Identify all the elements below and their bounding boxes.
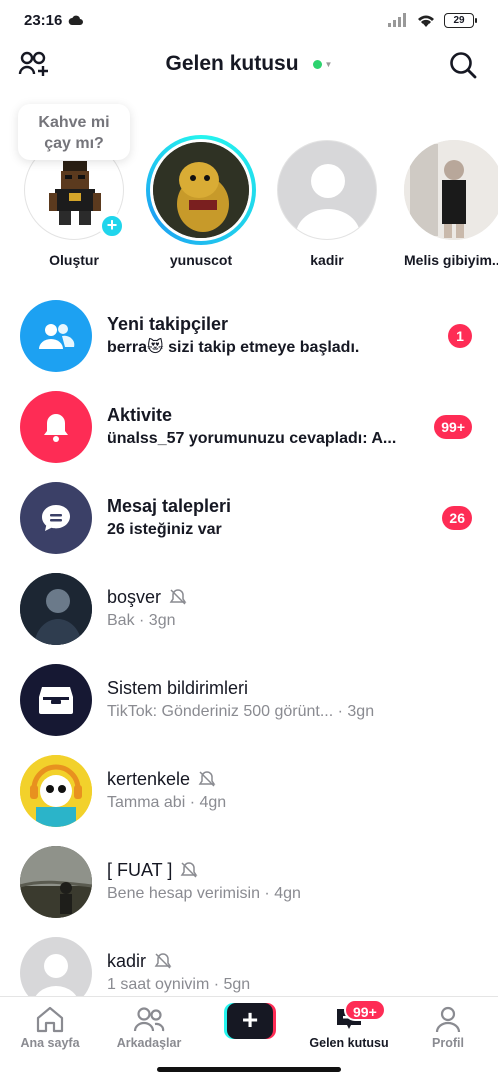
- avatar: [20, 754, 92, 827]
- story-name: yunuscot: [169, 252, 233, 268]
- battery-icon: 29: [444, 12, 477, 28]
- note-bubble[interactable]: Kahve mi çay mı?: [18, 104, 130, 160]
- inbox-list: Yeni takipçiler berra😻 sizi takip etmeye…: [0, 290, 498, 1018]
- row-title: Mesaj talepleri: [107, 495, 232, 516]
- list-item-system-notifications[interactable]: Sistem bildirimleri TikTok: Gönderiniz 5…: [0, 654, 498, 745]
- tab-profile[interactable]: Profil: [403, 1005, 493, 1050]
- friends-icon: [133, 1007, 165, 1032]
- row-title: Yeni takipçiler: [107, 313, 229, 334]
- avatar: [20, 845, 92, 918]
- row-subtitle: TikTok: Gönderiniz 500 görünt... · 3gn: [107, 702, 375, 720]
- row-subtitle: Tamma abi · 4gn: [107, 793, 227, 811]
- photo-thumbnail: [404, 140, 498, 240]
- row-subtitle: Bak · 3gn: [107, 611, 176, 629]
- list-item-new-followers[interactable]: Yeni takipçiler berra😻 sizi takip etmeye…: [0, 290, 498, 381]
- home-icon: [36, 1006, 64, 1033]
- row-title: Sistem bildirimleri: [107, 677, 249, 698]
- cloud-icon: [69, 15, 84, 25]
- create-button[interactable]: +: [224, 1003, 276, 1039]
- note-line-1: Kahve mi: [38, 114, 110, 131]
- wifi-icon: [418, 15, 434, 27]
- online-status-dot[interactable]: [312, 59, 322, 69]
- avatar: [404, 140, 498, 240]
- unread-count-badge: 99+: [434, 414, 472, 439]
- story-kadir[interactable]: kadir: [272, 140, 382, 268]
- row-title: kertenkele: [107, 768, 191, 789]
- home-indicator: [157, 1067, 341, 1072]
- row-subtitle: ünalss_57 yorumunuzu cevapladı: A...: [107, 429, 397, 447]
- avatar: [153, 142, 249, 238]
- tab-label: Gelen kutusu: [309, 1036, 389, 1050]
- story-name: Oluştur: [49, 252, 99, 268]
- list-item-kertenkele[interactable]: kertenkele Tamma abi · 4gn: [0, 745, 498, 836]
- row-subtitle: berra😻 sizi takip etmeye başladı.: [107, 338, 360, 356]
- bell-icon: [20, 390, 92, 463]
- unread-count-badge: 1: [448, 323, 472, 348]
- followers-icon: [20, 299, 92, 372]
- tab-label: Profil: [432, 1036, 464, 1050]
- tab-home[interactable]: Ana sayfa: [5, 1005, 95, 1050]
- list-item-fuat[interactable]: [ FUAT ] Bene hesap verimisin · 4gn: [0, 836, 498, 927]
- row-subtitle: 26 isteğiniz var: [107, 520, 222, 538]
- row-title: Aktivite: [107, 404, 173, 425]
- stories-row: Kahve mi çay mı? + Oluştur yunuscot kadi…: [0, 100, 498, 280]
- signal-icon: [388, 13, 406, 27]
- muted-bell-icon: [180, 861, 198, 878]
- muted-bell-icon: [169, 588, 187, 605]
- message-icon: [20, 481, 92, 554]
- row-title: boşver: [107, 586, 162, 607]
- list-item-activity[interactable]: Aktivite ünalss_57 yorumunuzu cevapladı:…: [0, 381, 498, 472]
- avatar: [20, 572, 92, 645]
- status-time: 23:16: [24, 11, 63, 29]
- list-item-message-requests[interactable]: Mesaj talepleri 26 isteğiniz var 26: [0, 472, 498, 563]
- search-icon[interactable]: [448, 50, 478, 80]
- story-yunuscot[interactable]: yunuscot: [146, 135, 256, 268]
- story-melis[interactable]: Melis gibiyim..: [398, 140, 498, 268]
- status-bar: 23:16 29: [0, 0, 498, 40]
- row-subtitle: Bene hesap verimisin · 4gn: [107, 884, 301, 902]
- bottom-tab-bar: Ana sayfa Arkadaşlar + Gelen kutusu 99+ …: [0, 996, 498, 1080]
- tab-friends[interactable]: Arkadaşlar: [104, 1005, 194, 1050]
- add-story-icon[interactable]: +: [99, 213, 125, 239]
- inbox-header: Gelen kutusu ▼: [0, 40, 498, 88]
- tab-label: Arkadaşlar: [116, 1036, 182, 1050]
- row-title: kadir: [107, 950, 147, 971]
- profile-icon: [435, 1006, 461, 1033]
- note-line-2: çay mı?: [44, 135, 104, 152]
- inbox-count-badge: 99+: [344, 999, 386, 1021]
- page-title: Gelen kutusu: [165, 52, 299, 75]
- avatar-ring: [146, 135, 256, 245]
- muted-bell-icon: [154, 952, 172, 969]
- row-title: [ FUAT ]: [107, 859, 173, 880]
- chevron-down-icon[interactable]: ▼: [325, 60, 333, 69]
- default-user-icon: [296, 164, 360, 239]
- inbox-tray-icon: [20, 663, 92, 736]
- avatar: [277, 140, 377, 240]
- muted-bell-icon: [198, 770, 216, 787]
- tab-label: Ana sayfa: [20, 1036, 80, 1050]
- add-friends-icon[interactable]: [18, 50, 50, 78]
- list-item-bosver[interactable]: boşver Bak · 3gn: [0, 563, 498, 654]
- unread-count-badge: 26: [442, 505, 472, 530]
- story-name: Melis gibiyim..: [404, 252, 498, 268]
- plus-icon: +: [227, 1003, 273, 1039]
- row-subtitle: 1 saat oynivim · 5gn: [107, 975, 251, 993]
- story-name: kadir: [310, 252, 344, 268]
